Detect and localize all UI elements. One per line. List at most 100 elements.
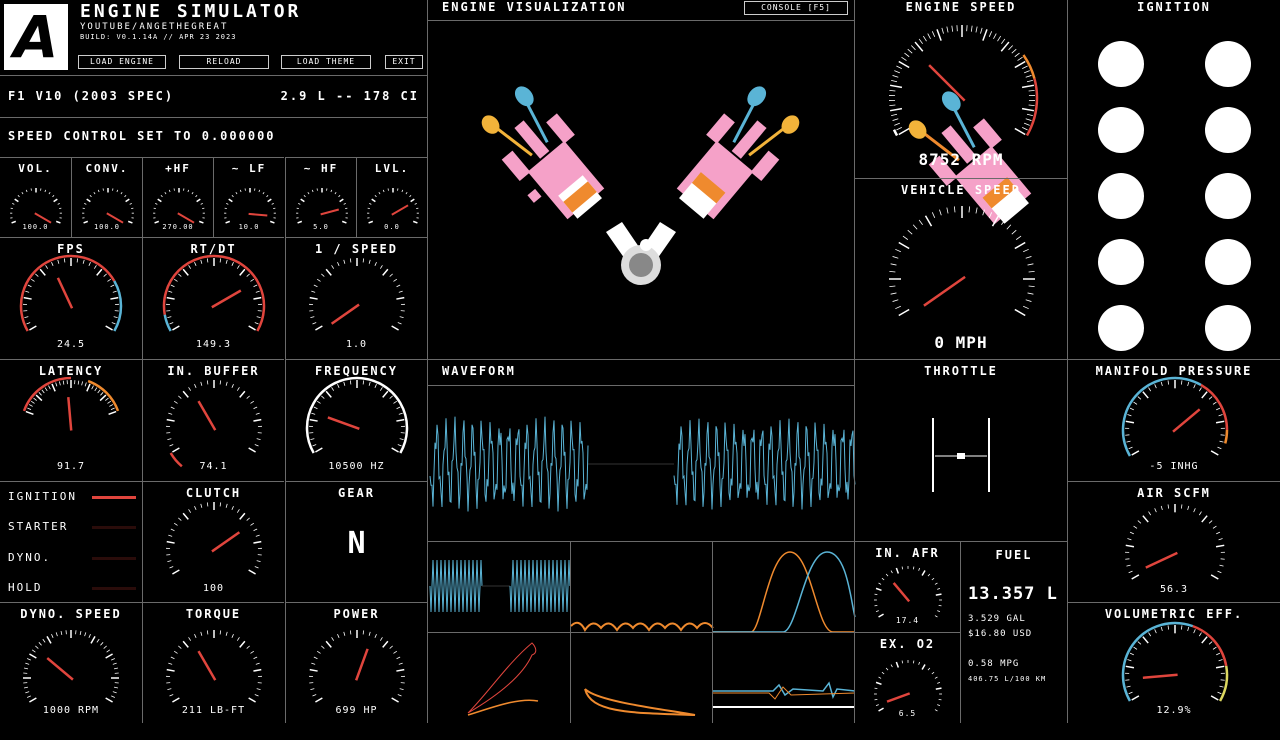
vol-eff-value: 12.9% <box>1068 705 1280 716</box>
mini-5-value: 0.0 <box>357 223 427 231</box>
inv-speed-value: 1.0 <box>286 339 427 350</box>
engine-speed-gauge: ENGINE SPEED 8752 RPM <box>854 0 1067 178</box>
frequency-value: 10500 HZ <box>286 461 427 472</box>
flow-traces-plot <box>712 632 854 723</box>
mini-4-gauge: ~ HF5.0 <box>285 157 356 237</box>
fuel-panel: FUEL 13.357 L 3.529 GAL $16.80 USD 0.58 … <box>960 541 1067 723</box>
speed-control-panel: SPEED CONTROL SET TO 0.000000 <box>0 117 427 157</box>
engine-speed-value: 8752 RPM <box>855 150 1067 169</box>
mini-2-label: +HF <box>143 162 213 175</box>
vehicle-speed-gauge: VEHICLE SPEED0 MPH <box>854 178 1067 359</box>
throttle-panel: THROTTLE <box>854 359 1067 541</box>
status-hold-label: HOLD <box>8 581 43 594</box>
cylinder-5-indicator <box>1098 173 1144 219</box>
status-starter-label: STARTER <box>8 520 68 533</box>
mini-3-label: ~ LF <box>214 162 284 175</box>
engine-name: F1 V10 (2003 SPEC) <box>8 89 174 103</box>
engine-v10-drawing <box>428 0 855 359</box>
cylinder-3-indicator <box>1098 107 1144 153</box>
combustion-curves-plot <box>712 541 854 632</box>
in-buffer-value: 74.1 <box>143 461 284 472</box>
app-title: ENGINE SIMULATOR <box>80 1 301 22</box>
manifold-value: -5 INHG <box>1068 461 1280 472</box>
rtdt-value: 149.3 <box>143 339 284 350</box>
mini-0-gauge: VOL. 100.0 <box>0 157 71 237</box>
clutch-gauge: CLUTCH100 <box>142 481 284 603</box>
ex-o2-gauge: EX. O26.5 <box>854 632 960 723</box>
waveform-plot <box>428 386 855 542</box>
air-scfm-dial <box>1113 492 1237 616</box>
dyno-speed-value: 1000 RPM <box>0 705 142 716</box>
engine-visualization-panel: ENGINE VISUALIZATION CONSOLE [F5] <box>427 0 854 359</box>
ex-o2-dial <box>862 648 954 740</box>
engine-speed-label: ENGINE SPEED <box>855 0 1067 14</box>
status-dyno-indicator <box>92 557 136 560</box>
inv-speed-gauge: 1 / SPEED1.0 <box>285 237 427 359</box>
mini-1-value: 100.0 <box>72 223 142 231</box>
load-theme-button[interactable]: LOAD THEME <box>281 55 371 69</box>
latency-value: 91.7 <box>0 461 142 472</box>
power-value: 699 HP <box>286 705 427 716</box>
ignition-panel: IGNITION <box>1067 0 1280 359</box>
vehicle-speed-value: 0 MPH <box>855 333 1067 352</box>
cylinder-2-indicator <box>1205 41 1251 87</box>
torque-dial <box>154 618 274 738</box>
fuel-l100km: 406.75 L/100 KM <box>968 675 1046 683</box>
ignition-title: IGNITION <box>1068 0 1280 14</box>
mini-5-label: LVL. <box>357 162 427 175</box>
cylinder-10-indicator <box>1205 305 1251 351</box>
engine-info: F1 V10 (2003 SPEC) 2.9 L -- 178 CI <box>0 75 427 117</box>
fuel-liters: 13.357 L <box>968 584 1058 604</box>
fuel-mpg: 0.58 MPG <box>968 659 1019 669</box>
throttle-indicator <box>855 360 1068 542</box>
status-panel: IGNITION STARTER DYNO. HOLD <box>0 481 143 602</box>
in-buffer-gauge: IN. BUFFER74.1 <box>142 359 284 481</box>
torque-gauge: TORQUE211 LB-FT <box>142 602 284 723</box>
app-build: BUILD: V0.1.14A // APR 23 2023 <box>80 33 236 41</box>
status-ignition-label: IGNITION <box>8 490 77 503</box>
app-subtitle: YOUTUBE/ANGETHEGREAT <box>80 22 228 32</box>
in-afr-value: 17.4 <box>855 616 960 625</box>
load-engine-button[interactable]: LOAD ENGINE <box>78 55 166 69</box>
air-scfm-value: 56.3 <box>1068 584 1280 595</box>
cylinder-7-indicator <box>1098 239 1144 285</box>
fps-gauge: FPS24.5 <box>0 237 142 359</box>
latency-gauge: LATENCY91.7 <box>0 359 142 481</box>
fps-value: 24.5 <box>0 339 142 350</box>
mini-2-value: 270.00 <box>143 223 213 231</box>
orange-trace-plot <box>570 541 712 632</box>
mini-0-value: 100.0 <box>0 223 71 231</box>
exit-button[interactable]: EXIT <box>385 55 423 69</box>
mini-waveform-plot <box>427 541 570 632</box>
reload-button[interactable]: RELOAD <box>179 55 269 69</box>
fuel-cost: $16.80 USD <box>968 629 1032 639</box>
combustion-curves <box>713 542 855 633</box>
engine-displacement: 2.9 L -- 178 CI <box>281 89 419 103</box>
pv-plot <box>427 632 570 723</box>
fuel-title: FUEL <box>961 548 1067 562</box>
manifold-gauge: MANIFOLD PRESSURE-5 INHG <box>1067 359 1280 481</box>
clutch-value: 100 <box>143 583 284 594</box>
fuel-gallons: 3.529 GAL <box>968 614 1026 624</box>
mini-1-gauge: CONV. 100.0 <box>71 157 142 237</box>
pv-curve <box>428 633 571 724</box>
torque-value: 211 LB-FT <box>143 705 284 716</box>
mini-3-value: 10.0 <box>214 223 284 231</box>
manifold-dial <box>1113 368 1237 492</box>
mini-4-label: ~ HF <box>286 162 356 175</box>
power-dial <box>297 618 417 738</box>
power-gauge: POWER699 HP <box>285 602 427 723</box>
mini-waveform-trace <box>428 542 571 633</box>
vol-eff-gauge: VOLUMETRIC EFF.12.9% <box>1067 602 1280 723</box>
app-header: A ENGINE SIMULATOR YOUTUBE/ANGETHEGREAT … <box>0 0 427 75</box>
speed-control-text: SPEED CONTROL SET TO 0.000000 <box>8 129 276 143</box>
mini-1-label: CONV. <box>72 162 142 175</box>
cylinder-6-indicator <box>1205 173 1251 219</box>
air-scfm-gauge: AIR SCFM56.3 <box>1067 481 1280 602</box>
status-dyno-label: DYNO. <box>8 551 51 564</box>
rtdt-gauge: RT/DT149.3 <box>142 237 284 359</box>
vol-eff-dial <box>1113 613 1237 737</box>
gear-value: N <box>286 526 427 561</box>
mini-0-label: VOL. <box>0 162 71 175</box>
cylinder-8-indicator <box>1205 239 1251 285</box>
